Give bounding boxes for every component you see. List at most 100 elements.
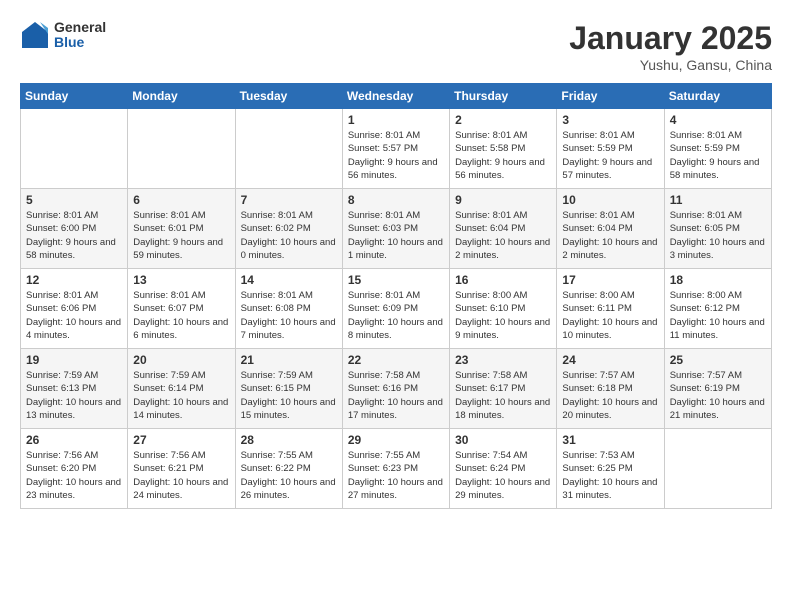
- weekday-header-friday: Friday: [557, 84, 664, 109]
- day-number: 14: [241, 273, 337, 287]
- calendar-cell: 23 Sunrise: 7:58 AM Sunset: 6:17 PM Dayli…: [450, 349, 557, 429]
- logo-icon: [20, 20, 50, 50]
- logo-text: General Blue: [54, 20, 106, 51]
- calendar-cell: 7 Sunrise: 8:01 AM Sunset: 6:02 PM Daylig…: [235, 189, 342, 269]
- day-number: 23: [455, 353, 551, 367]
- calendar-cell: 6 Sunrise: 8:01 AM Sunset: 6:01 PM Daylig…: [128, 189, 235, 269]
- calendar-cell: 29Sunrise: 7:55 AM Sunset: 6:23 PM Dayli…: [342, 429, 449, 509]
- calendar-cell: 26 Sunrise: 7:56 AM Sunset: 6:20 PM Dayli…: [21, 429, 128, 509]
- day-number: 12: [26, 273, 122, 287]
- day-number: 19: [26, 353, 122, 367]
- day-number: 28: [241, 433, 337, 447]
- day-info: Sunrise: 8:01 AM Sunset: 6:02 PM Dayligh…: [241, 209, 337, 262]
- calendar-cell: 31Sunrise: 7:53 AM Sunset: 6:25 PM Dayli…: [557, 429, 664, 509]
- day-number: 13: [133, 273, 229, 287]
- calendar-cell: 12Sunrise: 8:01 AM Sunset: 6:06 PM Dayli…: [21, 269, 128, 349]
- day-number: 26: [26, 433, 122, 447]
- day-info: Sunrise: 7:59 AM Sunset: 6:13 PM Dayligh…: [26, 369, 122, 422]
- calendar-cell: 11 Sunrise: 8:01 AM Sunset: 6:05 PM Dayli…: [664, 189, 771, 269]
- day-info: Sunrise: 8:01 AM Sunset: 6:07 PM Dayligh…: [133, 289, 229, 342]
- title-block: January 2025 Yushu, Gansu, China: [569, 20, 772, 73]
- calendar-week-row: 5 Sunrise: 8:01 AM Sunset: 6:00 PM Daylig…: [21, 189, 772, 269]
- day-number: 27: [133, 433, 229, 447]
- calendar-cell: [235, 109, 342, 189]
- day-info: Sunrise: 7:59 AM Sunset: 6:14 PM Dayligh…: [133, 369, 229, 422]
- day-info: Sunrise: 8:01 AM Sunset: 5:59 PM Dayligh…: [670, 129, 766, 182]
- day-number: 17: [562, 273, 658, 287]
- month-title: January 2025: [569, 20, 772, 57]
- calendar-cell: [21, 109, 128, 189]
- day-info: Sunrise: 7:59 AM Sunset: 6:15 PM Dayligh…: [241, 369, 337, 422]
- calendar-cell: 13 Sunrise: 8:01 AM Sunset: 6:07 PM Dayli…: [128, 269, 235, 349]
- calendar-week-row: 19 Sunrise: 7:59 AM Sunset: 6:13 PM Dayli…: [21, 349, 772, 429]
- weekday-header-sunday: Sunday: [21, 84, 128, 109]
- weekday-header-row: SundayMondayTuesdayWednesdayThursdayFrid…: [21, 84, 772, 109]
- calendar-cell: 22 Sunrise: 7:58 AM Sunset: 6:16 PM Dayli…: [342, 349, 449, 429]
- day-info: Sunrise: 7:56 AM Sunset: 6:20 PM Dayligh…: [26, 449, 122, 502]
- day-info: Sunrise: 7:55 AM Sunset: 6:22 PM Dayligh…: [241, 449, 337, 502]
- calendar-cell: [664, 429, 771, 509]
- page-header: General Blue January 2025 Yushu, Gansu, …: [20, 20, 772, 73]
- day-info: Sunrise: 8:01 AM Sunset: 6:05 PM Dayligh…: [670, 209, 766, 262]
- weekday-header-saturday: Saturday: [664, 84, 771, 109]
- day-info: Sunrise: 8:01 AM Sunset: 6:09 PM Dayligh…: [348, 289, 444, 342]
- day-info: Sunrise: 8:01 AM Sunset: 5:57 PM Dayligh…: [348, 129, 444, 182]
- day-number: 10: [562, 193, 658, 207]
- calendar-week-row: 1Sunrise: 8:01 AM Sunset: 5:57 PM Daylig…: [21, 109, 772, 189]
- day-number: 29: [348, 433, 444, 447]
- weekday-header-monday: Monday: [128, 84, 235, 109]
- calendar-cell: 8 Sunrise: 8:01 AM Sunset: 6:03 PM Daylig…: [342, 189, 449, 269]
- logo: General Blue: [20, 20, 106, 51]
- calendar-cell: 27 Sunrise: 7:56 AM Sunset: 6:21 PM Dayli…: [128, 429, 235, 509]
- day-number: 18: [670, 273, 766, 287]
- day-info: Sunrise: 7:57 AM Sunset: 6:19 PM Dayligh…: [670, 369, 766, 422]
- calendar-cell: 30Sunrise: 7:54 AM Sunset: 6:24 PM Dayli…: [450, 429, 557, 509]
- day-number: 5: [26, 193, 122, 207]
- calendar-cell: 15 Sunrise: 8:01 AM Sunset: 6:09 PM Dayli…: [342, 269, 449, 349]
- day-info: Sunrise: 8:01 AM Sunset: 6:04 PM Dayligh…: [562, 209, 658, 262]
- calendar-cell: [128, 109, 235, 189]
- calendar-cell: 21Sunrise: 7:59 AM Sunset: 6:15 PM Dayli…: [235, 349, 342, 429]
- day-number: 8: [348, 193, 444, 207]
- day-info: Sunrise: 7:58 AM Sunset: 6:16 PM Dayligh…: [348, 369, 444, 422]
- day-number: 2: [455, 113, 551, 127]
- calendar-cell: 20 Sunrise: 7:59 AM Sunset: 6:14 PM Dayli…: [128, 349, 235, 429]
- day-number: 7: [241, 193, 337, 207]
- day-info: Sunrise: 8:00 AM Sunset: 6:11 PM Dayligh…: [562, 289, 658, 342]
- calendar-cell: 5 Sunrise: 8:01 AM Sunset: 6:00 PM Daylig…: [21, 189, 128, 269]
- day-number: 6: [133, 193, 229, 207]
- location: Yushu, Gansu, China: [569, 57, 772, 73]
- day-info: Sunrise: 8:01 AM Sunset: 6:01 PM Dayligh…: [133, 209, 229, 262]
- calendar-cell: 4 Sunrise: 8:01 AM Sunset: 5:59 PM Daylig…: [664, 109, 771, 189]
- day-info: Sunrise: 7:58 AM Sunset: 6:17 PM Dayligh…: [455, 369, 551, 422]
- day-number: 11: [670, 193, 766, 207]
- weekday-header-tuesday: Tuesday: [235, 84, 342, 109]
- day-number: 31: [562, 433, 658, 447]
- calendar-cell: 16 Sunrise: 8:00 AM Sunset: 6:10 PM Dayli…: [450, 269, 557, 349]
- logo-general: General: [54, 20, 106, 35]
- day-info: Sunrise: 8:00 AM Sunset: 6:10 PM Dayligh…: [455, 289, 551, 342]
- day-number: 22: [348, 353, 444, 367]
- day-info: Sunrise: 8:01 AM Sunset: 6:08 PM Dayligh…: [241, 289, 337, 342]
- day-info: Sunrise: 8:01 AM Sunset: 6:00 PM Dayligh…: [26, 209, 122, 262]
- calendar-cell: 10 Sunrise: 8:01 AM Sunset: 6:04 PM Dayli…: [557, 189, 664, 269]
- calendar-cell: 18 Sunrise: 8:00 AM Sunset: 6:12 PM Dayli…: [664, 269, 771, 349]
- day-info: Sunrise: 8:01 AM Sunset: 5:58 PM Dayligh…: [455, 129, 551, 182]
- day-number: 4: [670, 113, 766, 127]
- day-number: 20: [133, 353, 229, 367]
- day-info: Sunrise: 8:00 AM Sunset: 6:12 PM Dayligh…: [670, 289, 766, 342]
- calendar-table: SundayMondayTuesdayWednesdayThursdayFrid…: [20, 83, 772, 509]
- calendar-cell: 14 Sunrise: 8:01 AM Sunset: 6:08 PM Dayli…: [235, 269, 342, 349]
- day-number: 15: [348, 273, 444, 287]
- calendar-cell: 2 Sunrise: 8:01 AM Sunset: 5:58 PM Daylig…: [450, 109, 557, 189]
- day-number: 30: [455, 433, 551, 447]
- day-info: Sunrise: 8:01 AM Sunset: 6:04 PM Dayligh…: [455, 209, 551, 262]
- day-info: Sunrise: 7:56 AM Sunset: 6:21 PM Dayligh…: [133, 449, 229, 502]
- calendar-cell: 3Sunrise: 8:01 AM Sunset: 5:59 PM Daylig…: [557, 109, 664, 189]
- calendar-week-row: 26 Sunrise: 7:56 AM Sunset: 6:20 PM Dayli…: [21, 429, 772, 509]
- day-info: Sunrise: 8:01 AM Sunset: 6:03 PM Dayligh…: [348, 209, 444, 262]
- day-number: 16: [455, 273, 551, 287]
- day-number: 9: [455, 193, 551, 207]
- day-number: 24: [562, 353, 658, 367]
- day-number: 25: [670, 353, 766, 367]
